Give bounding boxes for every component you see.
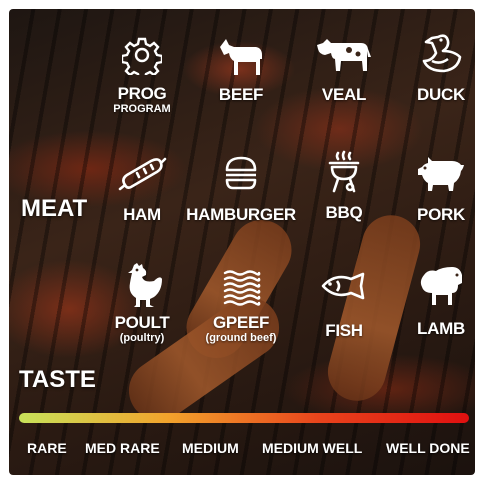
meat-label: PROG [117,84,167,103]
meat-option-ham[interactable]: HAM [102,153,182,225]
meat-label: PORK [417,205,465,224]
meat-sublabel: PROGRAM [113,103,171,115]
grill-icon [328,150,360,193]
meat-label: VEAL [321,85,367,104]
meat-label: HAM [123,205,161,224]
meat-option-veal[interactable]: VEAL [304,35,384,105]
taste-level-rare[interactable]: RARE [27,440,67,456]
cow-icon [317,39,371,71]
duck-icon [422,34,462,73]
meat-option-hamburger[interactable]: HAMBURGER [181,153,301,225]
meat-option-pork[interactable]: PORK [401,153,475,225]
taste-level-medium-well[interactable]: MEDIUM WELL [262,440,362,456]
meat-label: BEEF [218,85,264,104]
meat-option-poult[interactable]: POULT (poultry) [102,261,182,344]
meat-sublabel: (ground beef) [205,332,277,344]
meat-option-bbq[interactable]: BBQ [304,149,384,223]
gear-icon [122,37,162,75]
taste-level-well-done[interactable]: WELL DONE [386,440,470,456]
section-label-taste: TASTE [19,366,96,393]
meat-option-prog[interactable]: PROG PROGRAM [102,35,182,115]
taste-gradient-bar [19,413,469,423]
meat-option-duck[interactable]: DUCK [401,31,475,105]
taste-level-medium[interactable]: MEDIUM [182,440,239,456]
meat-label: POULT [114,313,170,332]
meat-label: FISH [325,321,363,340]
meat-sublabel: (poultry) [119,332,165,344]
chicken-icon [128,263,162,307]
goat-icon [220,39,262,75]
meat-label: GPEEF [212,313,270,332]
meat-option-lamb[interactable]: LAMB [401,263,475,339]
sheep-icon [420,267,462,305]
meat-label: LAMB [417,319,465,338]
section-label-meat: MEAT [21,195,88,222]
meat-option-gpeef[interactable]: GPEEF (ground beef) [191,267,291,344]
meat-option-fish[interactable]: FISH [304,271,384,341]
meat-option-beef[interactable]: BEEF [201,35,281,105]
sausage-icon [118,157,167,191]
meat-label: HAMBURGER [186,205,296,224]
meat-label: DUCK [417,85,465,104]
hamburger-icon [225,156,257,190]
pig-icon [418,157,464,191]
background-photo: PROG PROGRAM BEEF VEAL DUCK MEAT HAM HAM… [9,9,475,475]
ground-meat-icon [223,270,261,306]
fish-icon [321,272,365,300]
meat-label: BBQ [325,203,363,222]
taste-level-med-rare[interactable]: MED RARE [85,440,160,456]
